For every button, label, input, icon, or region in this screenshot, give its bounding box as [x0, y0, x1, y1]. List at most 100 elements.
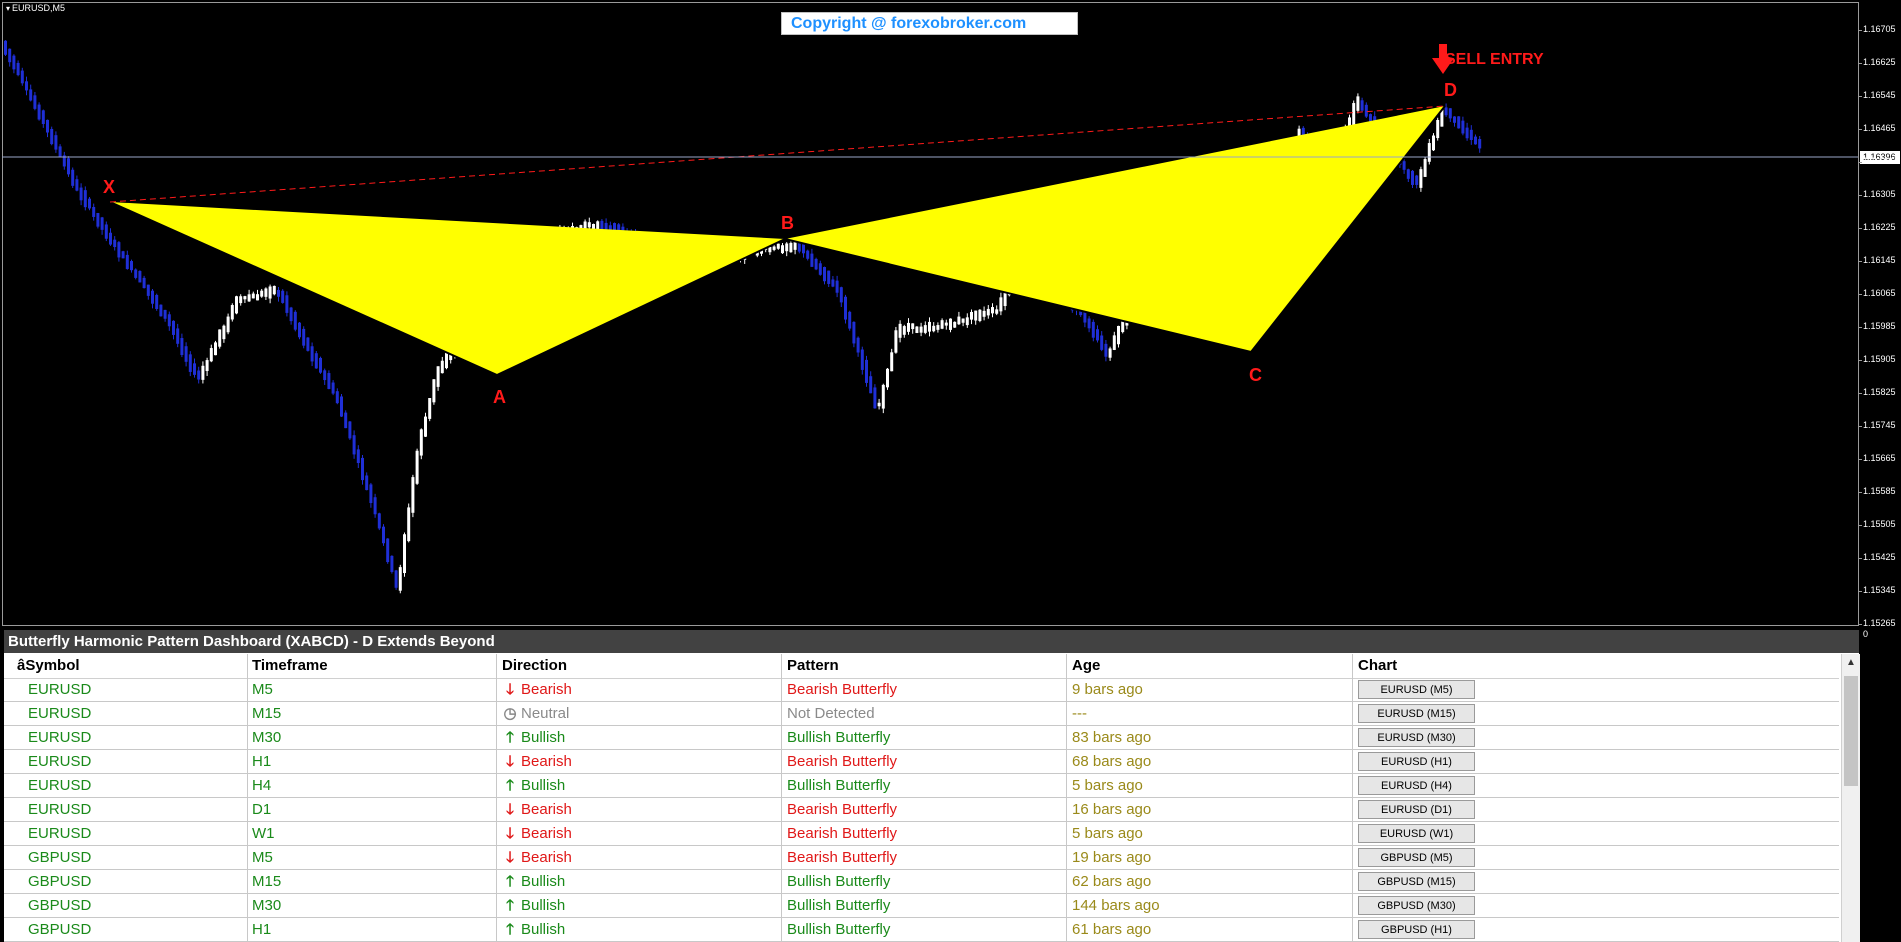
- table-row: GBPUSD M30 🡑 Bullish Bullish Butterfly 144 ba…: [4, 894, 1839, 918]
- header-chart[interactable]: Chart: [1358, 654, 1397, 678]
- price-tick-label: 1.15745: [1859, 420, 1896, 430]
- cell-age: 5 bars ago: [1072, 777, 1143, 794]
- candle-body: [58, 146, 62, 157]
- table-row: EURUSD H1 🡓 Bearish Bearish Butterfly 68 bars…: [4, 750, 1839, 774]
- open-chart-button[interactable]: EURUSD (M5): [1358, 680, 1475, 699]
- cell-direction: 🡑 Bullish: [502, 894, 565, 917]
- open-chart-button[interactable]: EURUSD (W1): [1358, 824, 1475, 843]
- candle-body: [432, 379, 436, 403]
- header-symbol[interactable]: âSymbol: [17, 654, 80, 678]
- open-chart-button[interactable]: GBPUSD (M15): [1358, 872, 1475, 891]
- table-row: GBPUSD H1 🡑 Bullish Bullish Butterfly 61 bars…: [4, 918, 1839, 942]
- candle-body: [596, 221, 600, 230]
- price-tick-label: 1.16065: [1859, 288, 1896, 298]
- vertical-scrollbar[interactable]: ▲: [1841, 654, 1860, 942]
- cell-pattern: Bullish Butterfly: [787, 897, 891, 914]
- cell-symbol: GBPUSD: [28, 849, 92, 866]
- candle-body: [1415, 175, 1419, 185]
- candle-body: [587, 222, 591, 228]
- cell-symbol: GBPUSD: [28, 921, 92, 938]
- price-tick-label: 1.15345: [1859, 585, 1896, 595]
- header-pattern[interactable]: Pattern: [787, 654, 839, 678]
- direction-text: Neutral: [521, 705, 570, 722]
- price-tick-label: 1.15905: [1859, 354, 1896, 364]
- candle-body: [1117, 325, 1120, 345]
- cell-age: 16 bars ago: [1072, 801, 1152, 818]
- candle-body: [369, 484, 373, 504]
- candle-body: [277, 289, 280, 297]
- candle-body: [130, 261, 133, 271]
- price-tick-label: 1.16545: [1859, 90, 1896, 100]
- header-direction[interactable]: Direction: [502, 654, 567, 678]
- candle-body: [1474, 136, 1477, 145]
- candle-body: [419, 429, 423, 456]
- point-a-label: A: [493, 387, 506, 407]
- cell-direction: 🡓 Bearish: [502, 846, 572, 869]
- cell-symbol: GBPUSD: [28, 873, 92, 890]
- cell-age: ---: [1072, 705, 1087, 722]
- price-tick-label: 1.15585: [1859, 486, 1896, 496]
- dashboard-title: Butterfly Harmonic Pattern Dashboard (XA…: [4, 630, 1859, 653]
- chart-canvas[interactable]: [0, 0, 1860, 628]
- price-tick-label: 1.16385: [1859, 156, 1896, 166]
- open-chart-button[interactable]: GBPUSD (H1): [1358, 920, 1475, 939]
- candle-body: [936, 325, 940, 330]
- open-chart-button[interactable]: EURUSD (H4): [1358, 776, 1475, 795]
- candle-body: [113, 239, 117, 248]
- cell-age: 62 bars ago: [1072, 873, 1152, 890]
- candle-body: [100, 217, 104, 230]
- candle-body: [125, 254, 129, 269]
- header-age[interactable]: Age: [1072, 654, 1100, 678]
- cell-symbol: EURUSD: [28, 801, 92, 818]
- open-chart-button[interactable]: EURUSD (H1): [1358, 752, 1475, 771]
- candle-body: [377, 513, 381, 529]
- candle-body: [201, 365, 205, 380]
- open-chart-button[interactable]: EURUSD (D1): [1358, 800, 1475, 819]
- table-row: EURUSD M30 🡑 Bullish Bullish Butterfly 83 bar…: [4, 726, 1839, 750]
- cell-timeframe: M30: [252, 897, 282, 914]
- arrow-down-icon: 🡓: [506, 825, 514, 842]
- cell-direction: 🡑 Bullish: [502, 870, 565, 893]
- candle-body: [1402, 161, 1406, 170]
- pattern-dashboard: Butterfly Harmonic Pattern Dashboard (XA…: [4, 630, 1860, 942]
- candle-body: [348, 421, 352, 439]
- candle-body: [104, 224, 108, 239]
- cell-direction: 🡓 Bearish: [502, 678, 572, 701]
- scroll-thumb[interactable]: [1844, 676, 1858, 786]
- arrow-down-icon: 🡓: [506, 681, 514, 698]
- candle-body: [902, 326, 906, 335]
- candle-body: [256, 294, 259, 301]
- price-chart[interactable]: EURUSD,M5 Copyright @ forexobroker.com S…: [0, 0, 1901, 639]
- candle-body: [159, 304, 163, 317]
- candle-body: [214, 342, 217, 356]
- candle-body: [1003, 291, 1007, 307]
- candle-body: [844, 296, 847, 320]
- candle-body: [394, 570, 398, 588]
- candle-body: [75, 179, 79, 191]
- candle-body: [445, 351, 448, 369]
- scale-zero-label: 0: [1863, 629, 1869, 639]
- candle-body: [184, 346, 188, 362]
- candle-body: [1108, 348, 1112, 358]
- candle-body: [1360, 100, 1364, 111]
- candle-body: [167, 314, 171, 327]
- candle-body: [188, 354, 192, 372]
- header-timeframe[interactable]: Timeframe: [252, 654, 328, 678]
- direction-text: Bearish: [521, 801, 572, 818]
- copyright-banner: Copyright @ forexobroker.com: [781, 12, 1078, 35]
- price-tick-label: 1.15505: [1859, 519, 1896, 529]
- candle-body: [146, 284, 150, 296]
- candle-body: [260, 290, 264, 297]
- open-chart-button[interactable]: EURUSD (M30): [1358, 728, 1475, 747]
- candle-body: [88, 198, 91, 209]
- candle-body: [352, 435, 356, 455]
- open-chart-button[interactable]: GBPUSD (M30): [1358, 896, 1475, 915]
- candle-body: [314, 353, 318, 369]
- scroll-up-icon[interactable]: ▲: [1842, 654, 1860, 672]
- open-chart-button[interactable]: EURUSD (M15): [1358, 704, 1475, 723]
- candle-body: [1436, 119, 1440, 139]
- candle-body: [4, 40, 7, 55]
- cell-timeframe: M15: [252, 873, 282, 890]
- cell-pattern: Bullish Butterfly: [787, 921, 891, 938]
- open-chart-button[interactable]: GBPUSD (M5): [1358, 848, 1475, 867]
